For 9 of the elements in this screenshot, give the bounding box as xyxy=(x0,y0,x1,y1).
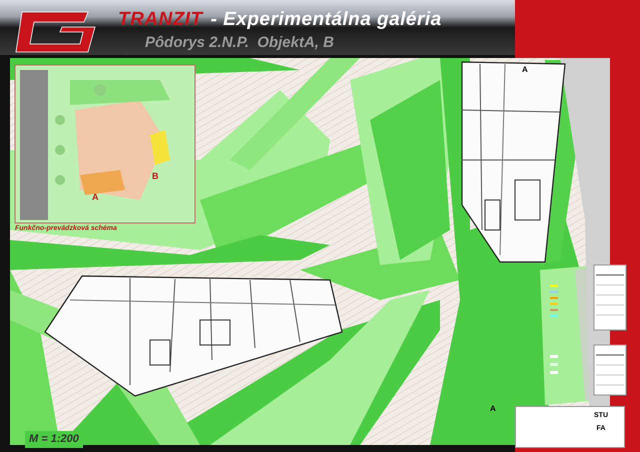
section-mark: A xyxy=(490,405,496,413)
floor-plan-subtitle: Pôdorys 2.N.P. ObjektA, B xyxy=(145,33,334,53)
scale-label: M = 1:200 xyxy=(25,431,83,448)
building-label: B xyxy=(152,172,158,181)
section-mark: A xyxy=(522,66,528,74)
gallery-title: - Experimentálna galéria xyxy=(210,8,442,32)
building-label: A xyxy=(92,193,98,202)
logo-icon xyxy=(16,12,96,52)
project-title: TRANZIT xyxy=(118,8,203,32)
